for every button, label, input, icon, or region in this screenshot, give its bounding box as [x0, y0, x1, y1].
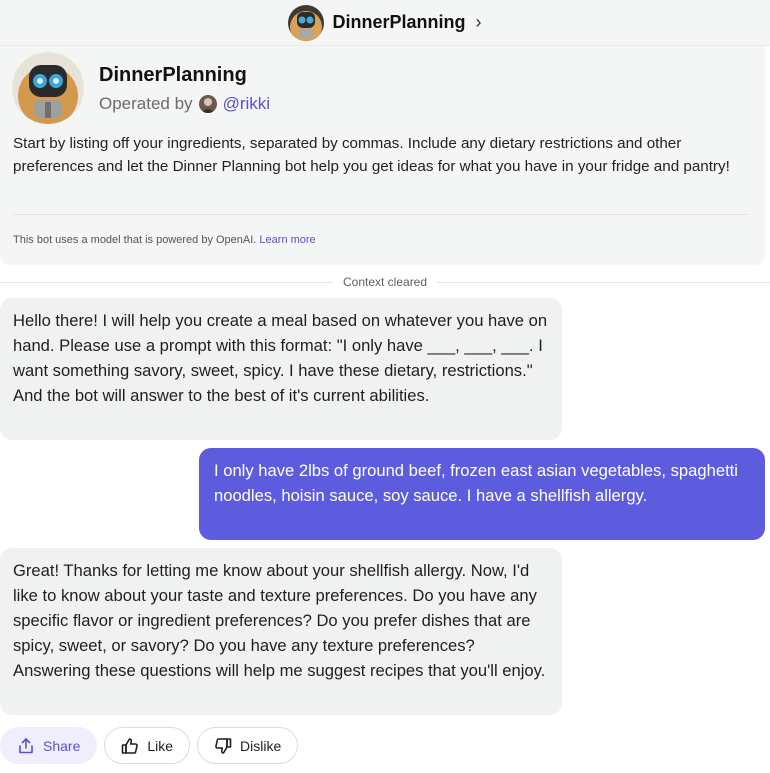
- divider: [13, 214, 749, 215]
- bot-info-card: DinnerPlanning Operated by @rikki Start …: [0, 46, 765, 265]
- context-cleared-label: Context cleared: [342, 275, 428, 289]
- chevron-right-icon[interactable]: ›: [476, 12, 482, 33]
- bot-message[interactable]: Great! Thanks for letting me know about …: [0, 548, 562, 715]
- bot-description: Start by listing off your ingredients, s…: [13, 135, 730, 175]
- like-button[interactable]: Like: [104, 727, 191, 764]
- operated-by-label: Operated by: [99, 94, 193, 113]
- message-actions: Share Like Dislike: [0, 727, 299, 764]
- robot-avatar-icon: [288, 4, 325, 41]
- thumbs-up-icon: [121, 737, 139, 755]
- learn-more-link[interactable]: Learn more: [259, 234, 315, 246]
- bot-message[interactable]: Hello there! I will help you create a me…: [0, 298, 562, 440]
- operator-avatar[interactable]: [198, 95, 217, 113]
- divider-line: [437, 281, 770, 283]
- dislike-button[interactable]: Dislike: [197, 727, 299, 764]
- dislike-label: Dislike: [240, 737, 282, 754]
- operator-handle-link[interactable]: @rikki: [223, 94, 270, 114]
- share-button[interactable]: Share: [0, 727, 98, 764]
- like-label: Like: [147, 737, 174, 754]
- user-message[interactable]: I only have 2lbs of ground beef, frozen …: [199, 448, 765, 540]
- bot-name: DinnerPlanning: [99, 64, 247, 86]
- header-title[interactable]: DinnerPlanning: [332, 12, 465, 33]
- operated-by: Operated by @rikki: [99, 94, 270, 114]
- thumbs-down-icon: [214, 737, 232, 755]
- powered-by-note: This bot uses a model that is powered by…: [13, 234, 316, 246]
- context-cleared-divider: Context cleared: [0, 272, 770, 292]
- chat-header[interactable]: DinnerPlanning ›: [0, 0, 770, 46]
- powered-by-text: This bot uses a model that is powered by…: [13, 234, 257, 246]
- bot-avatar: [12, 52, 84, 124]
- divider-line: [0, 281, 333, 283]
- share-icon: [17, 737, 35, 755]
- share-label: Share: [43, 737, 81, 754]
